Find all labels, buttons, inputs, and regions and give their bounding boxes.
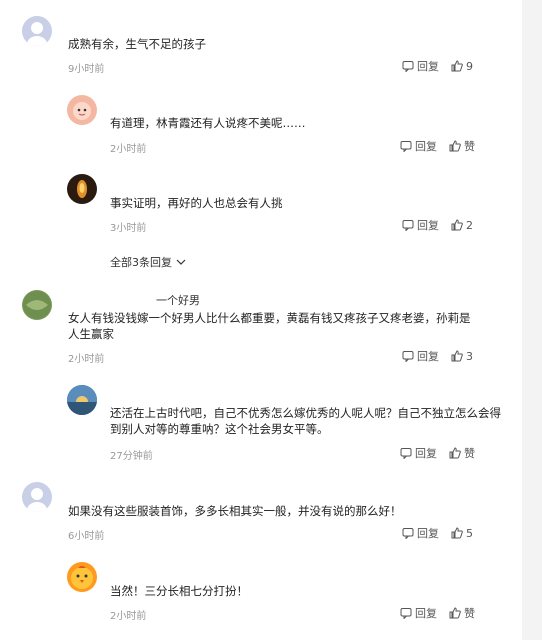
like-count: 5 — [466, 526, 473, 540]
thumbs-up-icon — [449, 140, 461, 152]
like-button[interactable]: 9 — [451, 60, 473, 73]
comment-text: 如果没有这些服装首饰，多多长相其实一般，并没有说的那么好！ — [68, 504, 402, 518]
reply-icon — [400, 448, 412, 459]
like-button[interactable]: 赞 — [449, 445, 475, 461]
comment-text: 还活在上古时代吧，自己不优秀怎么嫁优秀的人呢人呢？自己不独立怎么会得到别人对等的… — [110, 406, 501, 436]
avatar[interactable] — [67, 385, 97, 415]
avatar[interactable] — [67, 174, 97, 204]
timestamp: 2小时前 — [110, 611, 147, 622]
like-count: 3 — [466, 349, 473, 363]
reply-label: 回复 — [415, 447, 437, 460]
avatar[interactable] — [67, 562, 97, 592]
comment-actions: 回复 赞 — [400, 605, 475, 621]
avatar[interactable] — [22, 482, 52, 512]
comment-actions: 回复 赞 — [400, 445, 475, 461]
timestamp: 2小时前 — [68, 354, 105, 365]
thumbs-up-icon — [451, 219, 463, 231]
comment-actions: 回复 9 — [402, 58, 473, 74]
reply-button[interactable]: 回复 — [400, 445, 437, 461]
reply-button[interactable]: 回复 — [402, 217, 439, 233]
avatar[interactable] — [67, 95, 97, 125]
sunset-avatar-icon — [67, 385, 97, 415]
comment-text: 成熟有余，生气不足的孩子 — [68, 37, 206, 51]
reply-icon — [400, 141, 412, 152]
comment-text: 当然！三分长相七分打扮！ — [110, 584, 248, 598]
like-count: 2 — [466, 218, 473, 232]
chick-avatar-icon — [71, 566, 93, 589]
reply-label: 回复 — [415, 140, 437, 153]
comment-actions: 回复 2 — [402, 217, 473, 233]
thumbs-up-icon — [451, 60, 463, 72]
reply-icon — [402, 351, 414, 362]
show-all-replies[interactable]: 全部3条回复 — [110, 254, 186, 270]
avatar[interactable] — [22, 16, 52, 46]
thumbs-up-icon — [451, 527, 463, 539]
like-button[interactable]: 5 — [451, 527, 473, 540]
reply-icon — [400, 608, 412, 619]
reply-label: 回复 — [417, 527, 439, 540]
comment-text: 女人有钱没钱嫁一个好男人比什么都重要，黄磊有钱又疼孩子又疼老婆，孙莉是人生赢家 — [68, 311, 471, 341]
thumbs-up-icon — [449, 607, 461, 619]
show-all-replies-label: 全部3条回复 — [110, 256, 172, 269]
timestamp: 27分钟前 — [110, 451, 153, 462]
leaf-avatar-icon — [23, 291, 51, 319]
reply-icon — [402, 61, 414, 72]
comment-text: 有道理，林青霞还有人说疼不美呢…… — [110, 116, 306, 130]
reply-button[interactable]: 回复 — [402, 348, 439, 364]
like-button[interactable]: 2 — [451, 219, 473, 232]
like-button[interactable]: 赞 — [449, 605, 475, 621]
reply-button[interactable]: 回复 — [402, 58, 439, 74]
username[interactable]: 一个好男 — [156, 292, 200, 308]
reply-label: 回复 — [415, 607, 437, 620]
comment-text: 事实证明，再好的人也总会有人挑 — [110, 196, 283, 210]
default-avatar-icon — [27, 488, 47, 512]
reply-button[interactable]: 回复 — [400, 138, 437, 154]
like-count: 9 — [466, 59, 473, 73]
comment-actions: 回复 3 — [402, 348, 473, 364]
reply-label: 回复 — [417, 350, 439, 363]
timestamp: 3小时前 — [110, 223, 147, 234]
cartoon-avatar-icon — [73, 102, 91, 120]
comment-actions: 回复 赞 — [400, 138, 475, 154]
reply-button[interactable]: 回复 — [400, 605, 437, 621]
reply-label: 回复 — [417, 219, 439, 232]
default-avatar-icon — [27, 22, 47, 46]
right-margin — [522, 0, 542, 640]
timestamp: 6小时前 — [68, 531, 105, 542]
like-button[interactable]: 3 — [451, 350, 473, 363]
like-count: 赞 — [464, 607, 475, 620]
like-count: 赞 — [464, 447, 475, 460]
comment-actions: 回复 5 — [402, 525, 473, 541]
reply-label: 回复 — [417, 60, 439, 73]
like-button[interactable]: 赞 — [449, 138, 475, 154]
chevron-down-icon — [176, 259, 186, 265]
thumbs-up-icon — [449, 447, 461, 459]
candle-avatar-icon — [77, 180, 87, 198]
timestamp: 9小时前 — [68, 64, 105, 75]
timestamp: 2小时前 — [110, 144, 147, 155]
thumbs-up-icon — [451, 350, 463, 362]
reply-icon — [402, 220, 414, 231]
avatar[interactable] — [22, 290, 52, 320]
reply-icon — [402, 528, 414, 539]
reply-button[interactable]: 回复 — [402, 525, 439, 541]
like-count: 赞 — [464, 140, 475, 153]
